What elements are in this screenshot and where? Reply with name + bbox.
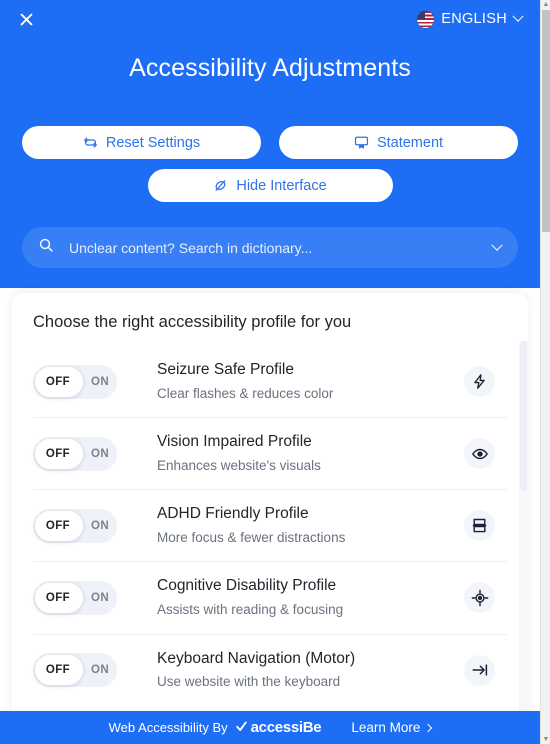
statement-label: Statement bbox=[376, 134, 444, 151]
profile-text: Cognitive Disability Profile Assists wit… bbox=[127, 576, 464, 619]
accessibe-logo: accessiBe bbox=[235, 719, 322, 736]
toggle-cognitive-disability[interactable]: OFF ON bbox=[33, 580, 117, 615]
lightning-bolt-icon bbox=[464, 366, 495, 398]
toggle-keyboard-navigation[interactable]: OFF ON bbox=[33, 653, 117, 688]
focus-bars-icon bbox=[464, 510, 495, 542]
profile-row-keyboard-navigation[interactable]: OFF ON Keyboard Navigation (Motor) Use w… bbox=[33, 633, 507, 706]
card-scrollbar-thumb[interactable] bbox=[520, 341, 527, 491]
profile-row-adhd-friendly[interactable]: OFF ON ADHD Friendly Profile More focus … bbox=[33, 489, 507, 561]
profile-text: ADHD Friendly Profile More focus & fewer… bbox=[127, 504, 464, 547]
profiles-list: OFF ON Seizure Safe Profile Clear flashe… bbox=[12, 346, 528, 706]
profile-text: Keyboard Navigation (Motor) Use website … bbox=[127, 649, 464, 692]
toggle-off-label: OFF bbox=[45, 375, 71, 388]
hide-interface-label: Hide Interface bbox=[236, 177, 327, 194]
learn-more-link[interactable]: Learn More bbox=[351, 720, 433, 735]
close-button[interactable] bbox=[12, 5, 40, 33]
profile-row-vision-impaired[interactable]: OFF ON Vision Impaired Profile Enhances … bbox=[33, 417, 507, 489]
toggle-vision-impaired[interactable]: OFF ON bbox=[33, 436, 117, 471]
us-flag-icon bbox=[417, 10, 435, 28]
header-action-row-secondary: Hide Interface bbox=[0, 169, 540, 202]
learn-more-label: Learn More bbox=[351, 720, 421, 735]
card-heading: Choose the right accessibility profile f… bbox=[33, 313, 352, 331]
search-input[interactable] bbox=[69, 239, 478, 256]
tab-arrow-icon bbox=[464, 654, 495, 686]
profile-text: Vision Impaired Profile Enhances website… bbox=[127, 432, 464, 475]
profile-description: Enhances website's visuals bbox=[157, 458, 321, 474]
accessibility-widget-panel: ENGLISH Accessibility Adjustments Reset … bbox=[0, 0, 540, 744]
toggle-off-label: OFF bbox=[45, 591, 71, 604]
dictionary-search-bar[interactable] bbox=[22, 227, 518, 268]
search-icon bbox=[38, 237, 54, 258]
scroll-down-arrow-icon[interactable]: ▼ bbox=[541, 735, 550, 744]
scroll-up-arrow-icon[interactable]: ▲ bbox=[541, 0, 550, 9]
profile-name: Vision Impaired Profile bbox=[157, 433, 312, 451]
header-top-bar: ENGLISH bbox=[0, 0, 540, 38]
eye-slash-icon bbox=[213, 178, 228, 193]
toggle-seizure-safe[interactable]: OFF ON bbox=[33, 364, 117, 399]
toggle-on-label: ON bbox=[90, 519, 110, 532]
toggle-on-label: ON bbox=[90, 664, 110, 677]
language-label: ENGLISH bbox=[441, 11, 507, 27]
toggle-adhd-friendly[interactable]: OFF ON bbox=[33, 508, 117, 543]
statement-monitor-icon bbox=[354, 135, 369, 150]
chevron-down-icon bbox=[512, 10, 524, 22]
brand-credit: Web Accessibility By accessiBe bbox=[109, 719, 322, 736]
toggle-off-label: OFF bbox=[45, 519, 71, 532]
profile-name: Cognitive Disability Profile bbox=[157, 577, 337, 595]
profile-description: Clear flashes & reduces color bbox=[157, 385, 334, 401]
page-scrollbar-thumb[interactable] bbox=[542, 10, 550, 232]
brand-prefix-label: Web Accessibility By bbox=[108, 720, 228, 735]
card-scrollbar[interactable]: ▼ bbox=[519, 341, 528, 744]
widget-root: ENGLISH Accessibility Adjustments Reset … bbox=[0, 0, 550, 744]
reset-arrows-icon bbox=[83, 135, 98, 150]
profile-row-cognitive-disability[interactable]: OFF ON Cognitive Disability Profile Assi… bbox=[33, 561, 507, 633]
chevron-right-icon bbox=[424, 723, 433, 732]
statement-button[interactable]: Statement bbox=[279, 126, 518, 159]
profiles-card: Choose the right accessibility profile f… bbox=[12, 293, 528, 744]
check-icon bbox=[235, 720, 248, 736]
header-action-row: Reset Settings Statement bbox=[0, 126, 540, 159]
profile-description: More focus & fewer distractions bbox=[157, 530, 346, 546]
profile-text: Seizure Safe Profile Clear flashes & red… bbox=[127, 360, 464, 403]
profile-description: Use website with the keyboard bbox=[157, 674, 341, 690]
toggle-on-label: ON bbox=[90, 591, 110, 604]
profile-row-seizure-safe[interactable]: OFF ON Seizure Safe Profile Clear flashe… bbox=[33, 346, 507, 417]
profile-name: ADHD Friendly Profile bbox=[157, 505, 309, 523]
eye-icon bbox=[464, 438, 495, 470]
close-icon bbox=[18, 11, 35, 28]
page-scrollbar[interactable]: ▲ ▼ bbox=[540, 0, 550, 744]
widget-footer: Web Accessibility By accessiBe Learn Mor… bbox=[0, 711, 540, 744]
reset-settings-button[interactable]: Reset Settings bbox=[22, 126, 261, 159]
page-title: Accessibility Adjustments bbox=[129, 54, 411, 82]
profile-name: Keyboard Navigation (Motor) bbox=[157, 649, 356, 667]
language-selector[interactable]: ENGLISH bbox=[417, 10, 524, 28]
profile-name: Seizure Safe Profile bbox=[157, 361, 294, 378]
toggle-on-label: ON bbox=[90, 375, 110, 388]
hide-interface-button[interactable]: Hide Interface bbox=[147, 169, 393, 202]
chevron-down-icon[interactable] bbox=[491, 239, 503, 251]
profile-description: Assists with reading & focusing bbox=[157, 602, 344, 618]
brand-name-label: accessiBe bbox=[250, 719, 322, 736]
crosshair-target-icon bbox=[464, 582, 495, 614]
toggle-off-label: OFF bbox=[45, 664, 71, 677]
widget-header: ENGLISH Accessibility Adjustments Reset … bbox=[0, 0, 540, 288]
reset-settings-label: Reset Settings bbox=[105, 134, 201, 151]
toggle-off-label: OFF bbox=[45, 447, 71, 460]
toggle-on-label: ON bbox=[90, 447, 110, 460]
